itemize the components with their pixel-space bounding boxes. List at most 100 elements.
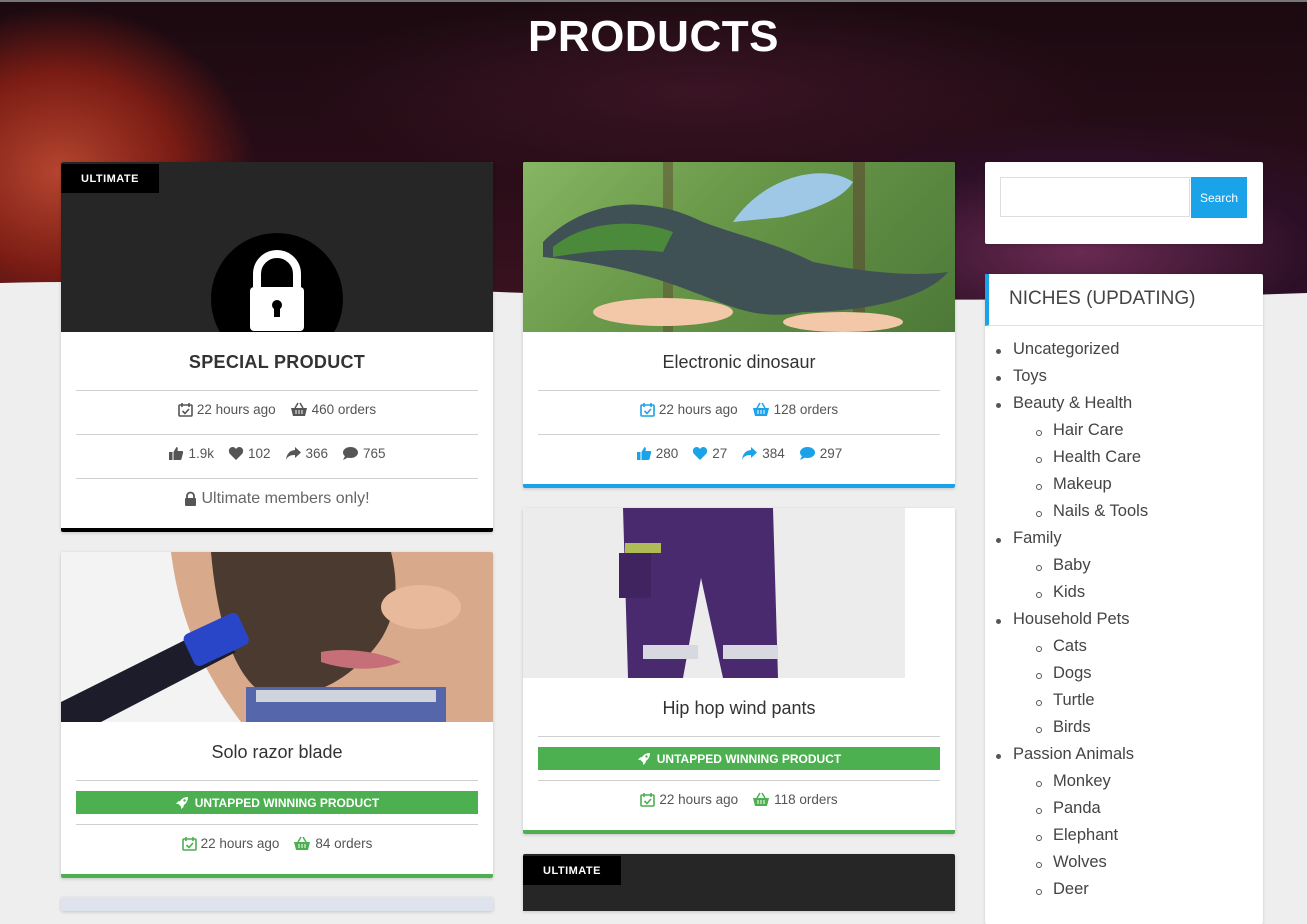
niche-item[interactable]: Turtle <box>1036 691 1095 710</box>
bullet-icon <box>1036 889 1042 895</box>
bullet-icon <box>1036 430 1042 436</box>
shares-count: 366 <box>305 446 329 461</box>
divider <box>76 824 478 825</box>
niche-item[interactable]: Birds <box>1036 718 1091 737</box>
meta-time-orders: 22 hours ago 84 orders <box>61 836 493 851</box>
niche-item[interactable]: Family <box>996 529 1062 548</box>
share-icon <box>742 447 758 460</box>
product-card-partial[interactable] <box>61 897 493 911</box>
niche-label: Turtle <box>1053 691 1095 709</box>
niche-label: Deer <box>1053 880 1089 898</box>
niche-item[interactable]: Dogs <box>1036 664 1092 683</box>
niche-label: Family <box>1013 529 1062 547</box>
likes-count: 280 <box>655 446 679 461</box>
divider <box>538 736 940 737</box>
divider <box>76 390 478 391</box>
product-image[interactable] <box>523 162 955 332</box>
rocket-icon <box>175 796 188 809</box>
loves-count: 27 <box>712 446 728 461</box>
ultimate-tag: ULTIMATE <box>61 164 159 193</box>
bullet-icon <box>996 619 1001 624</box>
bullet-icon <box>996 403 1001 408</box>
basket-icon <box>753 792 770 806</box>
page-title: PRODUCTS <box>528 12 779 61</box>
niche-item[interactable]: Panda <box>1036 799 1101 818</box>
product-title[interactable]: Hip hop wind pants <box>523 698 955 719</box>
meta-time-orders: 22 hours ago 118 orders <box>523 792 955 807</box>
niche-label: Dogs <box>1053 664 1092 682</box>
calendar-check-icon <box>181 837 197 851</box>
lock-small-icon <box>185 491 197 506</box>
time-text: 22 hours ago <box>658 402 738 417</box>
bullet-icon <box>996 349 1001 354</box>
niche-item[interactable]: Makeup <box>1036 475 1112 494</box>
niche-label: Hair Care <box>1053 421 1124 439</box>
niche-label: Health Care <box>1053 448 1142 466</box>
product-card-special[interactable]: ULTIMATE SPECIAL PRODUCT 22 hours ago 46… <box>61 162 493 532</box>
niche-item[interactable]: Kids <box>1036 583 1085 602</box>
niche-item[interactable]: Beauty & Health <box>996 394 1132 413</box>
comments-count: 765 <box>363 446 386 461</box>
product-title[interactable]: SPECIAL PRODUCT <box>61 352 493 373</box>
basket-icon <box>290 402 307 416</box>
product-title[interactable]: Solo razor blade <box>61 742 493 763</box>
product-card-dinosaur[interactable]: Electronic dinosaur 22 hours ago 128 ord… <box>523 162 955 488</box>
niche-label: Uncategorized <box>1013 340 1120 358</box>
bullet-icon <box>1036 457 1042 463</box>
niche-item[interactable]: Hair Care <box>1036 421 1124 440</box>
meta-time-orders: 22 hours ago 460 orders <box>61 402 493 417</box>
product-title[interactable]: Electronic dinosaur <box>523 352 955 373</box>
time-text: 22 hours ago <box>200 836 280 851</box>
orders-text: 460 orders <box>311 402 377 417</box>
niche-item[interactable]: Passion Animals <box>996 745 1135 764</box>
product-image[interactable] <box>523 508 955 678</box>
divider <box>538 390 940 391</box>
bullet-icon <box>1036 700 1042 706</box>
niche-item[interactable]: Wolves <box>1036 853 1107 872</box>
bullet-icon <box>1036 808 1042 814</box>
niche-item[interactable]: Nails & Tools <box>1036 502 1148 521</box>
divider <box>76 478 478 479</box>
bullet-icon <box>1036 646 1042 652</box>
heart-icon <box>228 447 244 460</box>
niche-item[interactable]: Deer <box>1036 880 1089 899</box>
bullet-icon <box>996 754 1001 759</box>
orders-text: 84 orders <box>315 836 373 851</box>
search-button[interactable]: Search <box>1191 177 1247 218</box>
niche-item[interactable]: Uncategorized <box>996 340 1120 359</box>
product-image[interactable] <box>61 552 493 722</box>
heart-icon <box>693 447 708 460</box>
time-text: 22 hours ago <box>196 402 276 417</box>
niche-item[interactable]: Monkey <box>1036 772 1111 791</box>
niche-item[interactable]: Health Care <box>1036 448 1142 467</box>
share-icon <box>285 447 301 460</box>
niche-item[interactable]: Baby <box>1036 556 1091 575</box>
badge-label: UNTAPPED WINNING PRODUCT <box>656 751 842 766</box>
product-card-razor[interactable]: Solo razor blade UNTAPPED WINNING PRODUC… <box>61 552 493 878</box>
basket-icon <box>294 836 311 850</box>
comment-icon <box>343 447 359 460</box>
niche-label: Passion Animals <box>1013 745 1135 763</box>
product-card-ultimate-partial[interactable]: ULTIMATE <box>523 854 955 911</box>
niche-item[interactable]: Household Pets <box>996 610 1130 629</box>
niche-item[interactable]: Elephant <box>1036 826 1118 845</box>
shares-count: 384 <box>762 446 785 461</box>
niches-title: NICHES (UPDATING) <box>985 274 1263 326</box>
bullet-icon <box>1036 862 1042 868</box>
locked-message: Ultimate members only! <box>61 490 493 508</box>
card-accent-bar <box>523 484 955 488</box>
bullet-icon <box>1036 727 1042 733</box>
meta-engagement: 280 27 384 297 <box>523 446 955 461</box>
niche-item[interactable]: Toys <box>996 367 1047 386</box>
product-card-pants[interactable]: Hip hop wind pants UNTAPPED WINNING PROD… <box>523 508 955 834</box>
winning-product-badge: UNTAPPED WINNING PRODUCT <box>76 791 478 814</box>
card-accent-bar <box>61 874 493 878</box>
search-input[interactable] <box>1000 177 1190 217</box>
calendar-check-icon <box>640 793 656 807</box>
niche-label: Toys <box>1013 367 1047 385</box>
niche-label: Birds <box>1053 718 1091 736</box>
niche-item[interactable]: Cats <box>1036 637 1087 656</box>
search-widget: Search <box>985 162 1263 244</box>
thumbs-up-icon <box>169 447 184 460</box>
razor-image <box>61 552 493 722</box>
